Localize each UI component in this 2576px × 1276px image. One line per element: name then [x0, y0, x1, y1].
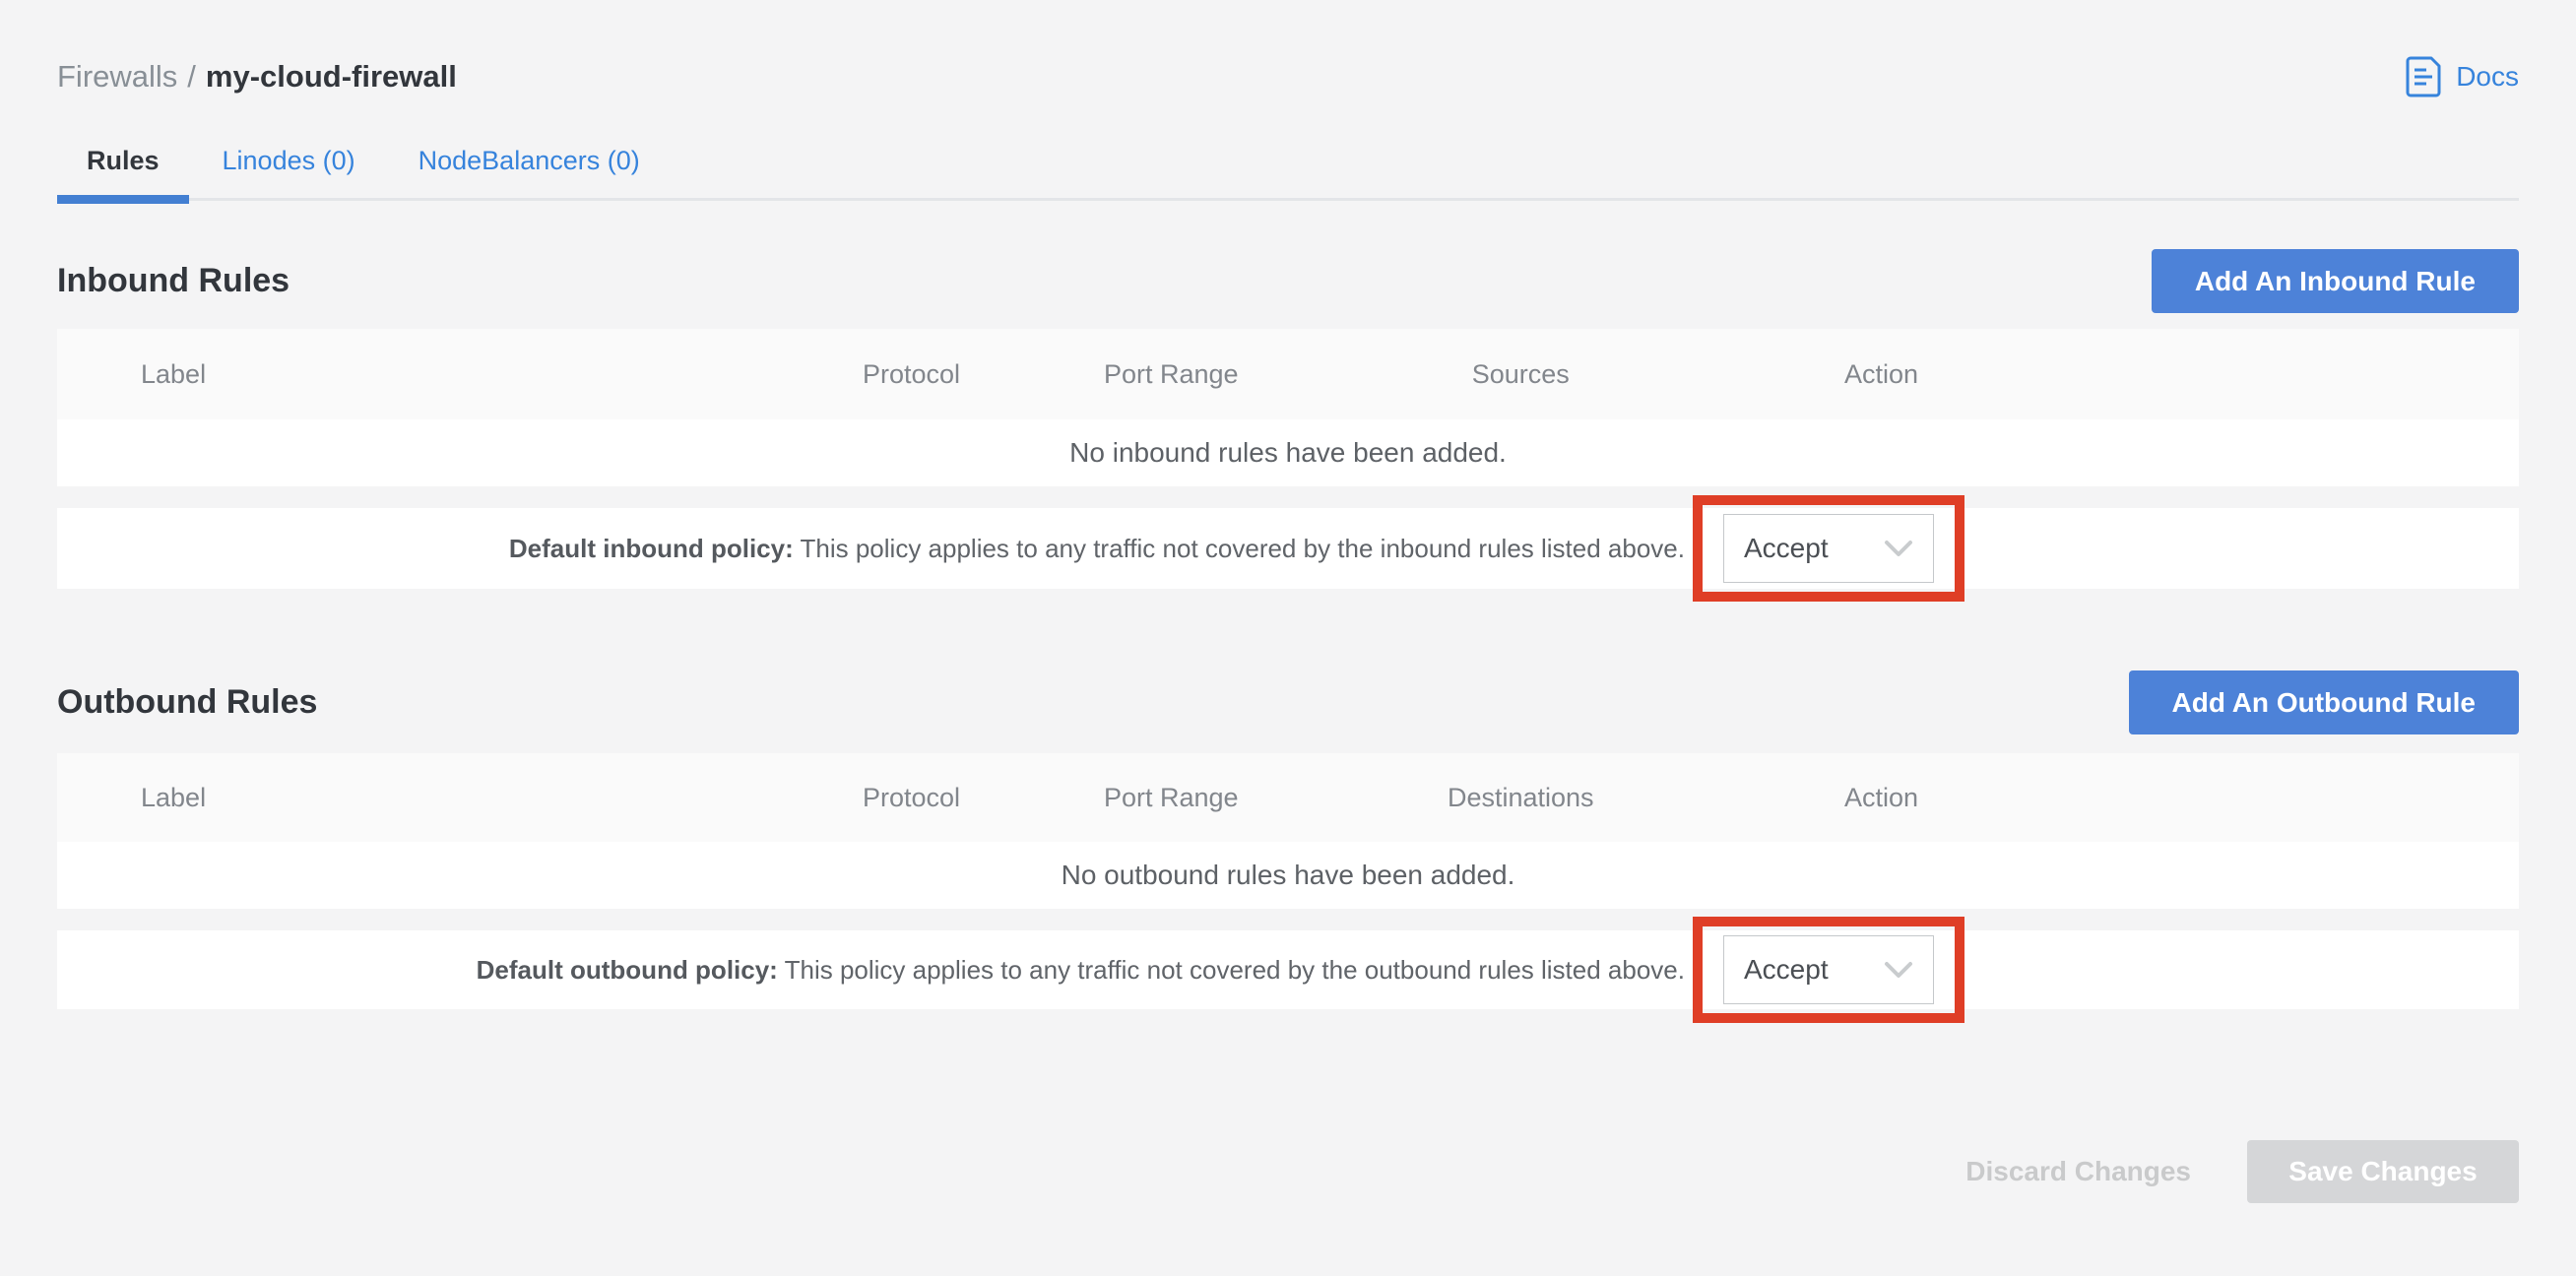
inbound-section-header: Inbound Rules Add An Inbound Rule — [57, 249, 2519, 313]
outbound-policy-highlight-box: Accept — [1693, 917, 1964, 1023]
inbound-policy-select[interactable]: Accept — [1723, 514, 1934, 583]
add-inbound-rule-button[interactable]: Add An Inbound Rule — [2152, 249, 2519, 313]
topbar: Firewalls / my-cloud-firewall Docs — [57, 57, 2519, 96]
column-header-port-range: Port Range — [1032, 783, 1311, 813]
add-outbound-rule-button[interactable]: Add An Outbound Rule — [2129, 670, 2519, 734]
docs-link[interactable]: Docs — [2405, 56, 2519, 97]
chevron-down-icon — [1884, 540, 1913, 557]
outbound-policy-description: This policy applies to any traffic not c… — [778, 955, 1685, 985]
active-tab-indicator — [57, 195, 189, 204]
column-header-label: Label — [57, 783, 791, 813]
outbound-policy-row: Default outbound policy: This policy app… — [57, 930, 2519, 1009]
tab-nodebalancers[interactable]: NodeBalancers (0) — [389, 146, 670, 198]
row-divider — [57, 486, 2519, 508]
inbound-policy-label: Default inbound policy: — [509, 534, 794, 563]
tab-nodebalancers-label: NodeBalancers (0) — [419, 146, 640, 175]
outbound-rules-table: Label Protocol Port Range Destinations A… — [57, 753, 2519, 1009]
column-header-protocol: Protocol — [791, 359, 1032, 390]
outbound-policy-select[interactable]: Accept — [1723, 935, 1934, 1004]
breadcrumb: Firewalls / my-cloud-firewall — [57, 59, 457, 95]
outbound-policy-text: Default outbound policy: This policy app… — [477, 955, 1685, 986]
save-changes-button[interactable]: Save Changes — [2247, 1140, 2519, 1203]
tab-rules-label: Rules — [87, 146, 160, 175]
footer-actions: Discard Changes Save Changes — [57, 1140, 2519, 1203]
inbound-policy-selected-value: Accept — [1744, 533, 1829, 564]
inbound-policy-text: Default inbound policy: This policy appl… — [509, 534, 1685, 564]
outbound-rules-title: Outbound Rules — [57, 683, 317, 722]
inbound-empty-message: No inbound rules have been added. — [57, 419, 2519, 486]
inbound-policy-highlight-box: Accept — [1693, 495, 1964, 602]
column-header-action: Action — [1731, 783, 2031, 813]
firewall-rules-page: Firewalls / my-cloud-firewall Docs Rules… — [0, 0, 2576, 1276]
docs-link-label: Docs — [2456, 61, 2519, 93]
inbound-rules-title: Inbound Rules — [57, 262, 290, 300]
column-header-protocol: Protocol — [791, 783, 1032, 813]
breadcrumb-separator: / — [187, 59, 196, 95]
outbound-empty-message: No outbound rules have been added. — [57, 842, 2519, 909]
column-header-destinations: Destinations — [1311, 783, 1732, 813]
tab-bar: Rules Linodes (0) NodeBalancers (0) — [57, 146, 2519, 201]
breadcrumb-firewall-name: my-cloud-firewall — [206, 59, 457, 95]
chevron-down-icon — [1884, 961, 1913, 979]
outbound-policy-selected-value: Accept — [1744, 954, 1829, 986]
column-header-action: Action — [1731, 359, 2031, 390]
column-header-sources: Sources — [1311, 359, 1732, 390]
discard-changes-button[interactable]: Discard Changes — [1956, 1156, 2201, 1187]
inbound-rules-table: Label Protocol Port Range Sources Action… — [57, 329, 2519, 589]
breadcrumb-firewalls-link[interactable]: Firewalls — [57, 59, 177, 95]
row-divider — [57, 909, 2519, 930]
tab-linodes[interactable]: Linodes (0) — [193, 146, 385, 198]
tab-linodes-label: Linodes (0) — [223, 146, 355, 175]
outbound-policy-label: Default outbound policy: — [477, 955, 778, 985]
inbound-policy-description: This policy applies to any traffic not c… — [794, 534, 1685, 563]
column-header-port-range: Port Range — [1032, 359, 1311, 390]
outbound-section-header: Outbound Rules Add An Outbound Rule — [57, 670, 2519, 734]
outbound-table-header-row: Label Protocol Port Range Destinations A… — [57, 753, 2519, 842]
tab-rules[interactable]: Rules — [57, 146, 189, 198]
inbound-table-header-row: Label Protocol Port Range Sources Action — [57, 329, 2519, 419]
inbound-policy-row: Default inbound policy: This policy appl… — [57, 508, 2519, 589]
docs-icon — [2405, 56, 2442, 97]
column-header-label: Label — [57, 359, 791, 390]
